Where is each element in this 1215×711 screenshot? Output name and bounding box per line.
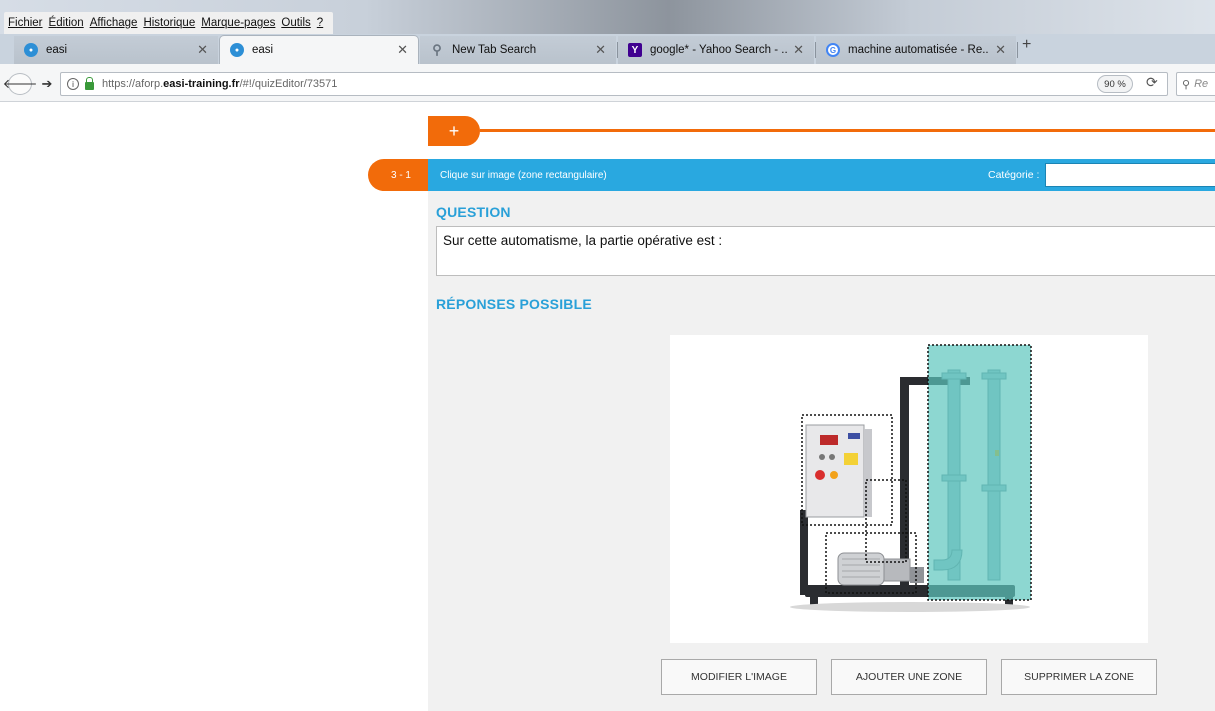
category-input[interactable] [1045,163,1215,187]
add-divider-line [480,129,1215,132]
menu-bar: Fichier Édition Affichage Historique Mar… [0,0,1215,34]
add-zone-button[interactable]: AJOUTER UNE ZONE [831,659,987,695]
close-icon[interactable]: ✕ [595,42,606,58]
url-bar[interactable]: i https://aforp. easi-training.fr /#!/qu… [60,72,1168,96]
tab-title: easi [46,44,68,56]
reload-icon[interactable]: ⟳ [1146,74,1158,91]
answer-zone-selected[interactable] [927,344,1032,601]
tab-bar: ● easi ✕ ● easi ✕ ⚲ New Tab Search ✕ Y g… [0,34,1215,64]
menu-bookmarks[interactable]: Marque-pages [201,17,275,29]
back-arrow-icon: 🡐 [2,76,38,91]
question-header-bar: Clique sur image (zone rectangulaire) Ca… [428,159,1215,191]
tab-easi-2[interactable]: ● easi ✕ [220,36,418,64]
search-placeholder: Re [1194,78,1209,90]
machine-image [790,344,1032,612]
easi-favicon-icon: ● [230,43,244,57]
menu-view[interactable]: Affichage [90,17,138,29]
tab-title: google* - Yahoo Search - ... [650,44,788,56]
google-favicon-icon: G [826,43,840,57]
close-icon[interactable]: ✕ [995,42,1006,58]
search-bar[interactable]: ⚲ Re [1176,72,1215,96]
control-cabinet [805,424,872,518]
search-icon: ⚲ [1182,78,1191,91]
floor-shadow [790,602,1030,612]
add-question-button[interactable]: + [428,116,480,146]
tab-title: machine automatisée - Re... [848,44,990,56]
category-label: Catégorie : [988,169,1040,181]
info-icon[interactable]: i [67,78,79,90]
browser-chrome: Fichier Édition Affichage Historique Mar… [0,0,1215,102]
forward-arrow-icon: ➔ [41,76,53,91]
menu-history[interactable]: Historique [143,17,195,29]
question-section-title: QUESTION [436,204,511,220]
tab-easi-1[interactable]: ● easi ✕ [14,36,218,64]
url-prefix: https://aforp. [102,78,164,90]
answers-section-title: RÉPONSES POSSIBLE [436,296,592,312]
question-text-field[interactable]: Sur cette automatisme, la partie opérati… [436,226,1215,276]
tab-title: easi [252,44,274,56]
menu-edit[interactable]: Édition [49,17,84,29]
tab-yahoo-search[interactable]: Y google* - Yahoo Search - ... ✕ [618,36,814,64]
close-icon[interactable]: ✕ [397,42,408,58]
menu-help[interactable]: ? [317,17,323,29]
menu-tools[interactable]: Outils [281,17,310,29]
lock-icon [85,76,94,90]
zoom-level-badge[interactable]: 90 % [1097,75,1133,93]
url-path: /#!/quizEditor/73571 [239,78,338,90]
easi-favicon-icon: ● [24,43,38,57]
tab-separator [1017,42,1018,58]
question-number-badge: 3 - 1 [368,159,428,191]
navigation-bar: 🡐 ➔ i https://aforp. easi-training.fr /#… [0,64,1215,102]
back-button[interactable]: 🡐 [3,73,37,95]
delete-zone-button[interactable]: SUPPRIMER LA ZONE [1001,659,1157,695]
close-icon[interactable]: ✕ [197,42,208,58]
yahoo-favicon-icon: Y [628,43,642,57]
electric-motor [837,552,924,586]
close-icon[interactable]: ✕ [793,42,804,58]
new-tab-button[interactable]: + [1022,36,1031,54]
answer-image-canvas[interactable] [670,335,1148,643]
url-host: easi-training.fr [163,78,240,90]
page-content: + 3 - 1 Clique sur image (zone rectangul… [0,102,1215,711]
forward-button[interactable]: ➔ [40,73,54,95]
modify-image-button[interactable]: MODIFIER L'IMAGE [661,659,817,695]
menu-items: Fichier Édition Affichage Historique Mar… [4,12,334,34]
menu-file[interactable]: Fichier [8,17,43,29]
question-type-label: Clique sur image (zone rectangulaire) [440,169,607,181]
tab-google[interactable]: G machine automatisée - Re... ✕ [816,36,1016,64]
tab-title: New Tab Search [452,44,537,56]
search-icon: ⚲ [432,42,442,57]
tab-new-tab-search[interactable]: ⚲ New Tab Search ✕ [420,36,616,64]
